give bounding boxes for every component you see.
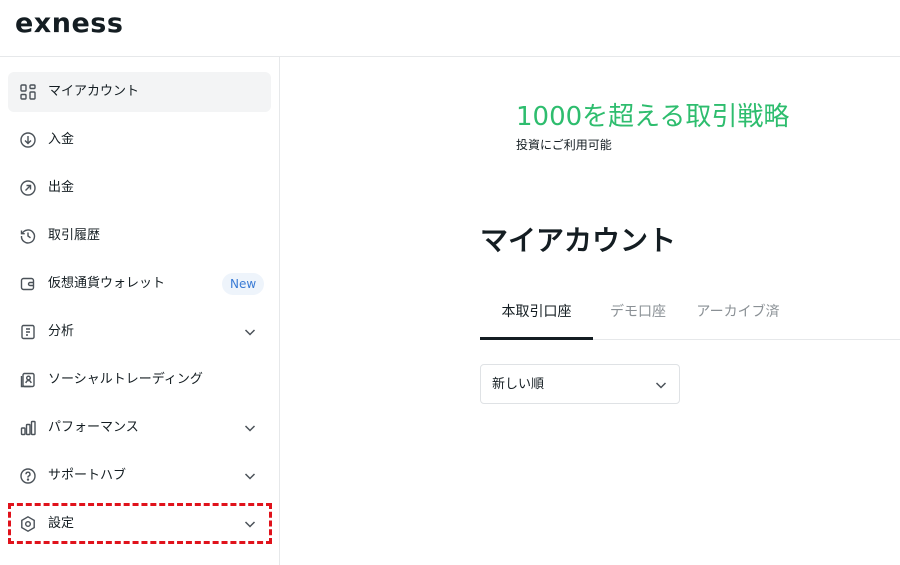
sidebar-item-label: マイアカウント — [48, 84, 140, 99]
chevron-down-icon[interactable] — [242, 420, 258, 436]
sidebar-item-performance[interactable]: パフォーマンス — [8, 408, 271, 448]
chevron-down-icon[interactable] — [242, 468, 258, 484]
sidebar-item-analytics[interactable]: 分析 — [8, 312, 271, 352]
sidebar-item-deposit[interactable]: 入金 — [8, 120, 271, 160]
sidebar-item-crypto-wallet[interactable]: 仮想通貨ウォレット New — [8, 264, 271, 304]
sidebar-item-label: 入金 — [48, 132, 75, 147]
sort-dropdown[interactable]: 新しい順 — [480, 364, 680, 404]
sort-selected-value: 新しい順 — [492, 377, 545, 392]
page-title: マイアカウント — [480, 224, 677, 257]
sidebar-item-withdrawal[interactable]: 出金 — [8, 168, 271, 208]
chevron-down-icon[interactable] — [242, 324, 258, 340]
sidebar-item-label: サポートハブ — [48, 468, 127, 483]
history-icon — [19, 227, 37, 245]
sidebar-item-label: 仮想通貨ウォレット — [48, 276, 166, 291]
sidebar-item-support-hub[interactable]: サポートハブ — [8, 456, 271, 496]
new-badge: New — [222, 273, 265, 295]
chevron-down-icon — [653, 377, 669, 393]
account-tabs: 本取引口座 デモ口座 アーカイブ済 — [480, 292, 900, 340]
wallet-icon — [19, 275, 37, 293]
analytics-icon — [19, 323, 37, 341]
sidebar-item-label: 出金 — [48, 180, 75, 195]
sidebar-item-label: 取引履歴 — [48, 228, 101, 243]
sidebar-item-social-trading[interactable]: ソーシャルトレーディング — [8, 360, 271, 400]
dashboard-icon — [19, 83, 37, 101]
sidebar-item-trade-history[interactable]: 取引履歴 — [8, 216, 271, 256]
top-header: exness — [0, 0, 900, 57]
exness-logo[interactable]: exness — [15, 8, 123, 39]
sidebar-item-settings[interactable]: 設定 — [8, 504, 271, 544]
sidebar: マイアカウント 入金 出金 取引履歴 仮想通貨ウォレット New 分析 ソーシャ… — [0, 57, 280, 565]
sidebar-item-my-account[interactable]: マイアカウント — [8, 72, 271, 112]
tab-real-accounts[interactable]: 本取引口座 — [480, 292, 593, 340]
arrow-down-circle-icon — [19, 131, 37, 149]
tab-demo-accounts[interactable]: デモ口座 — [593, 292, 683, 340]
sidebar-item-label: 分析 — [48, 324, 75, 339]
help-circle-icon — [19, 467, 37, 485]
tab-archived[interactable]: アーカイブ済 — [683, 292, 793, 340]
sidebar-item-label: ソーシャルトレーディング — [48, 372, 203, 387]
bar-chart-icon — [19, 419, 37, 437]
promo-title[interactable]: 1000を超える取引戦略 — [516, 100, 789, 134]
social-trading-icon — [19, 371, 37, 389]
arrow-up-right-circle-icon — [19, 179, 37, 197]
chevron-down-icon[interactable] — [242, 516, 258, 532]
settings-hexagon-icon — [19, 515, 37, 533]
sidebar-item-label: パフォーマンス — [48, 420, 139, 435]
promo-subtitle: 投資にご利用可能 — [516, 138, 612, 152]
sidebar-item-label: 設定 — [48, 516, 75, 531]
